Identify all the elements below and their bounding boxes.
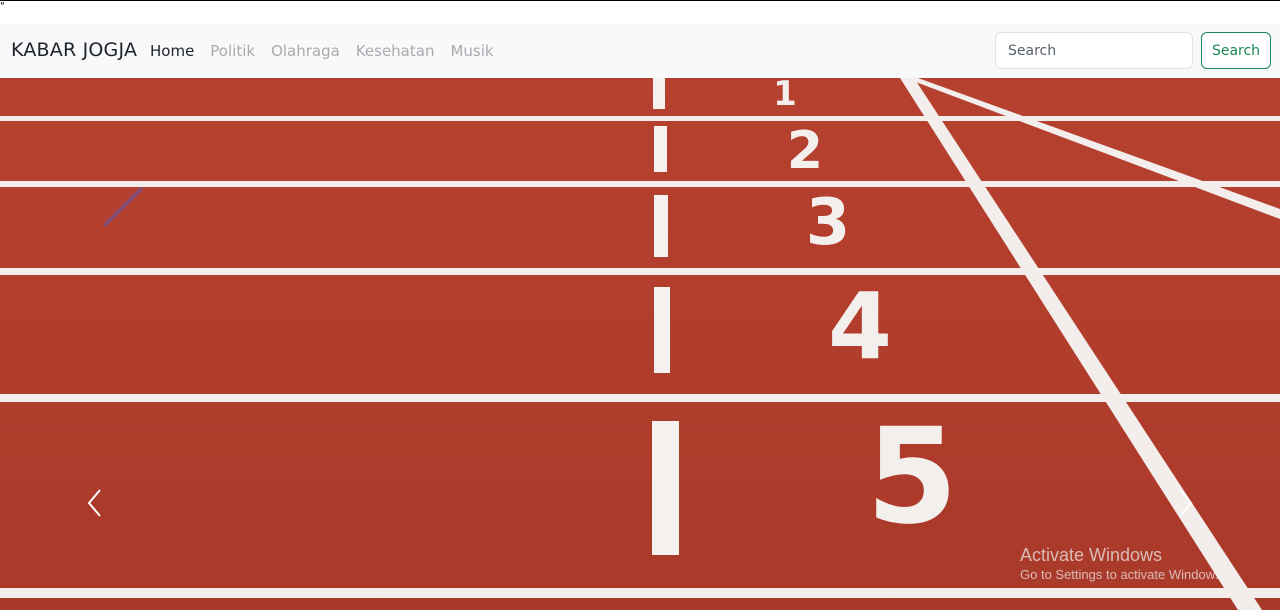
nav-link-home[interactable]: Home	[150, 41, 194, 61]
lane-number-5: 5	[866, 400, 958, 554]
windows-activation-watermark: Activate Windows Go to Settings to activ…	[1020, 544, 1225, 584]
brand-logo[interactable]: KABAR JOGJA	[11, 38, 137, 62]
nav-link-politik[interactable]: Politik	[210, 41, 255, 61]
lane-number-1: 1	[773, 78, 797, 114]
chevron-right-icon	[1179, 489, 1193, 517]
lane-number-3: 3	[806, 186, 851, 260]
lane-number-2: 2	[787, 121, 823, 181]
top-border-line	[0, 0, 1280, 1]
nav-link-musik[interactable]: Musik	[450, 41, 493, 61]
nav-link-olahraga[interactable]: Olahraga	[271, 41, 340, 61]
carousel-prev-button[interactable]	[75, 468, 115, 538]
watermark-subtitle: Go to Settings to activate Windows.	[1020, 567, 1226, 582]
nav-links: Home Politik Olahraga Kesehatan Musik	[150, 41, 510, 61]
nav-link-kesehatan[interactable]: Kesehatan	[356, 41, 435, 61]
search-input[interactable]	[995, 32, 1193, 69]
text-caret: "	[0, 1, 5, 12]
running-track-image: 1 2 3 4 5	[0, 78, 1280, 610]
window-top-strip: "	[0, 0, 1280, 24]
lane-number-4: 4	[828, 273, 892, 380]
carousel-next-button[interactable]	[1165, 468, 1205, 538]
hero-carousel: 1 2 3 4 5 Activate Windows Go to Setting…	[0, 78, 1280, 610]
watermark-title: Activate Windows	[1020, 545, 1163, 565]
search-button[interactable]: Search	[1201, 32, 1271, 69]
chevron-left-icon	[87, 489, 101, 517]
navbar: KABAR JOGJA Home Politik Olahraga Keseha…	[0, 24, 1280, 78]
